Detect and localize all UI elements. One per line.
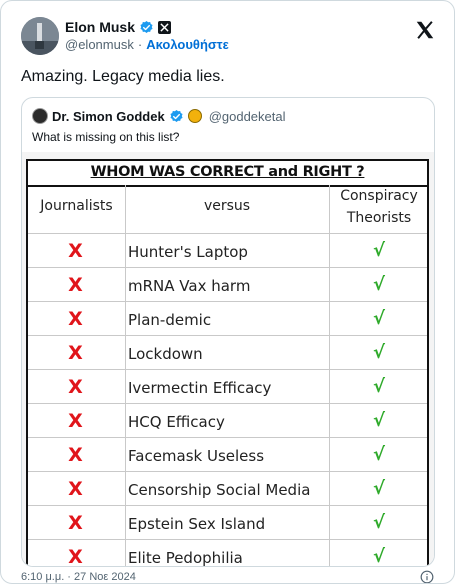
table-row: X Censorship Social Media √ <box>28 472 427 506</box>
header-theorists: Theorists <box>346 210 412 226</box>
quoted-verified-badge-icon <box>170 109 183 122</box>
tweet-header: Elon Musk @elonmusk · Ακολουθήστε <box>21 17 436 57</box>
table-title: WHOM WAS CORRECT and RIGHT ? <box>90 164 365 180</box>
table-row: X Ivermectin Efficacy √ <box>28 370 427 404</box>
quoted-image[interactable]: WHOM WAS CORRECT and RIGHT ? Journalists… <box>22 152 434 567</box>
table-row: X Epstein Sex Island √ <box>28 506 427 540</box>
x-mark: X <box>68 342 83 364</box>
author-avatar[interactable] <box>21 17 59 55</box>
quoted-text: What is missing on this list? <box>32 130 180 144</box>
row-label: Plan-demic <box>128 311 212 329</box>
x-logo-icon[interactable] <box>414 19 436 41</box>
table-row: X Elite Pedophilia √ <box>28 540 427 567</box>
comparison-table: WHOM WAS CORRECT and RIGHT ? Journalists… <box>26 159 429 567</box>
quoted-author-avatar <box>32 108 48 124</box>
x-mark: X <box>68 308 83 330</box>
row-label: Hunter's Laptop <box>128 243 248 261</box>
table-row: X Hunter's Laptop √ <box>28 234 427 268</box>
separator-dot: · <box>137 37 143 52</box>
author-handle[interactable]: @elonmusk <box>65 37 134 52</box>
verified-badge-icon <box>140 20 153 33</box>
x-mark: X <box>68 444 83 466</box>
quoted-author-name: Dr. Simon Goddek <box>52 108 165 124</box>
tweet-text: Amazing. Legacy media lies. <box>21 68 225 85</box>
author-name-row: Elon Musk <box>65 19 172 35</box>
x-mark: X <box>68 512 83 534</box>
quoted-tweet[interactable]: Dr. Simon Goddek @goddeketal What is mis… <box>21 97 435 567</box>
author-name[interactable]: Elon Musk <box>65 19 135 35</box>
header-conspiracy: Conspiracy <box>340 188 418 204</box>
row-label: Lockdown <box>128 345 203 363</box>
info-icon[interactable] <box>420 570 434 584</box>
check-mark: √ <box>372 342 385 363</box>
x-mark: X <box>68 410 83 432</box>
header-versus: versus <box>203 198 251 214</box>
avatar-image <box>21 17 59 55</box>
table-row: X HCQ Efficacy √ <box>28 404 427 438</box>
quoted-author-handle: @goddeketal <box>208 108 286 124</box>
check-mark: √ <box>372 478 385 499</box>
x-affiliation-icon <box>158 20 172 34</box>
x-mark: X <box>68 546 83 567</box>
row-label: mRNA Vax harm <box>128 277 251 295</box>
table-row: X Facemask Useless √ <box>28 438 427 472</box>
check-mark: √ <box>372 274 385 295</box>
check-mark: √ <box>372 546 385 567</box>
row-label: Censorship Social Media <box>128 481 311 499</box>
check-mark: √ <box>372 512 385 533</box>
row-label: Ivermectin Efficacy <box>128 379 272 397</box>
x-mark: X <box>68 274 83 296</box>
row-label: Elite Pedophilia <box>128 549 243 567</box>
table-row: XmRNA Vax harm √ <box>28 268 427 302</box>
table-row: X Lockdown √ <box>28 336 427 370</box>
author-handle-row: @elonmusk · Ακολουθήστε <box>65 37 229 52</box>
header-journalists: Journalists <box>40 198 113 214</box>
row-label: Epstein Sex Island <box>128 515 266 533</box>
quoted-header: Dr. Simon Goddek @goddeketal <box>32 108 286 124</box>
check-mark: √ <box>372 376 385 397</box>
tweet-timestamp[interactable]: 6:10 μ.μ. · 27 Νοε 2024 <box>21 571 136 583</box>
table-row: X Plan-demic √ <box>28 302 427 336</box>
follow-button[interactable]: Ακολουθήστε <box>146 37 229 52</box>
tweet-card: Elon Musk @elonmusk · Ακολουθήστε Amazin… <box>0 0 455 584</box>
check-mark: √ <box>372 444 385 465</box>
x-mark: X <box>68 376 83 398</box>
x-mark: X <box>68 240 83 262</box>
check-mark: √ <box>372 308 385 329</box>
x-mark: X <box>68 478 83 500</box>
check-mark: √ <box>372 410 385 431</box>
quoted-affiliation-icon <box>187 109 202 123</box>
row-label: HCQ Efficacy <box>128 413 225 431</box>
row-label: Facemask Useless <box>128 447 265 465</box>
check-mark: √ <box>372 240 385 261</box>
